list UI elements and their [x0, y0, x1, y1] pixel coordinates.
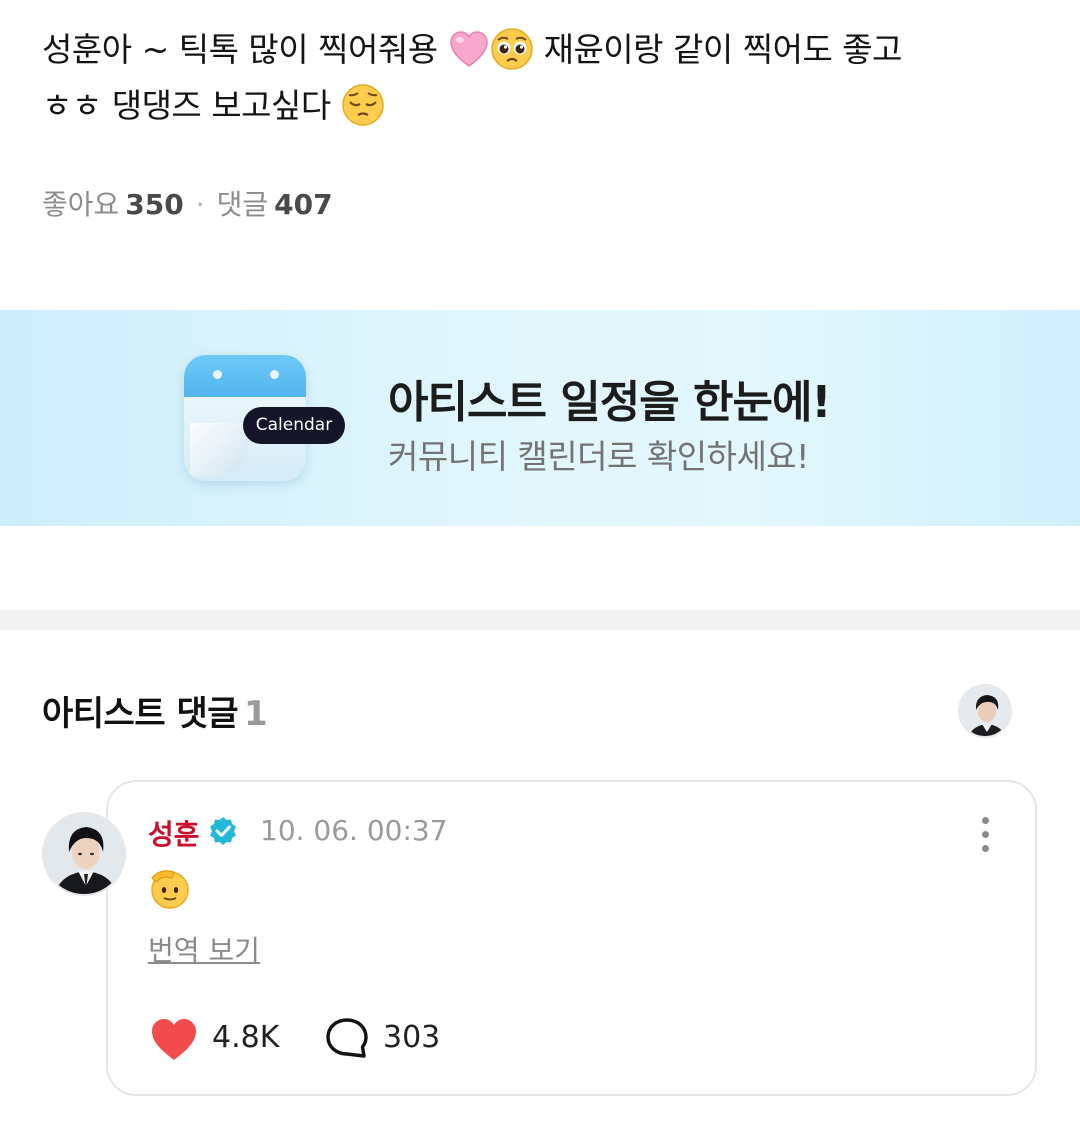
comment-like-count: 4.8K	[212, 1020, 280, 1055]
artist-comments-title: 아티스트 댓글	[42, 694, 239, 734]
translate-link[interactable]: 번역 보기	[148, 929, 260, 969]
banner-title: 아티스트 일정을 한눈에!	[388, 377, 832, 428]
avatar-portrait-icon	[960, 686, 1010, 736]
more-options-icon[interactable]	[970, 810, 1000, 854]
saluting-face-icon	[151, 870, 189, 909]
pleading-face-icon	[490, 27, 533, 70]
post-stats: 좋아요 350 · 댓글 407	[42, 183, 333, 223]
comment-author-name[interactable]: 성훈	[148, 813, 200, 853]
comment-timestamp: 10. 06. 00:37	[260, 814, 448, 847]
post-line-1: 성훈아 ~ 틱톡 많이 찍어줘용 재윤이랑 같이 찍어도 좋고	[42, 22, 1032, 78]
post-body: 성훈아 ~ 틱톡 많이 찍어줘용 재윤이랑 같이 찍어도 좋고 ㅎㅎ 댕댕즈 보…	[42, 22, 1032, 134]
reply-bubble-icon[interactable]	[324, 1016, 370, 1062]
banner-subtitle: 커뮤니티 캘린더로 확인하세요!	[388, 437, 809, 476]
likes-label: 좋아요	[42, 188, 120, 221]
post-line-2: ㅎㅎ 댕댕즈 보고싶다	[42, 78, 1032, 134]
author-portrait-icon	[44, 814, 124, 894]
post-text-part-3: ㅎㅎ 댕댕즈 보고싶다	[42, 86, 331, 125]
post-text-part-2: 재윤이랑 같이 찍어도 좋고	[543, 30, 903, 69]
artist-comments-count: 1	[244, 694, 268, 734]
pink-heart-icon	[449, 30, 488, 67]
artist-avatar-small[interactable]	[958, 684, 1012, 738]
artist-comments-heading: 아티스트 댓글 1	[42, 686, 268, 735]
likes-count[interactable]: 350	[125, 188, 183, 221]
comments-label: 댓글	[216, 188, 269, 221]
post-text-part-1: 성훈아 ~ 틱톡 많이 찍어줘용	[42, 30, 438, 69]
heart-like-icon[interactable]	[149, 1016, 199, 1062]
comments-count[interactable]: 407	[274, 188, 332, 221]
calendar-pill-label: Calendar	[243, 407, 345, 444]
comment-reply-count: 303	[383, 1020, 441, 1055]
stats-separator: ·	[195, 188, 205, 221]
section-divider	[0, 610, 1080, 630]
verified-badge-icon	[210, 817, 236, 845]
calendar-promo-banner[interactable]: Calendar 아티스트 일정을 한눈에! 커뮤니티 캘린더로 확인하세요!	[0, 310, 1080, 526]
comment-author-avatar[interactable]	[42, 812, 126, 896]
pensive-face-icon	[341, 83, 384, 126]
